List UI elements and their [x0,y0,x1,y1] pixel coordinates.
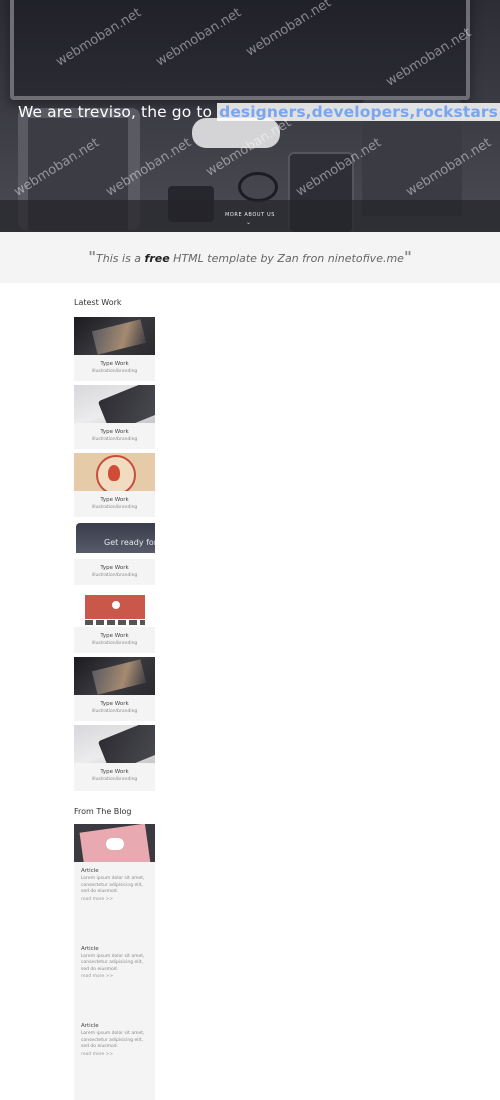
blog-thumbnail[interactable] [74,824,155,862]
more-about-us-link[interactable]: MORE ABOUT US [0,212,500,218]
work-category: illustration/branding [91,437,138,442]
work-thumbnail[interactable]: Get ready for [74,521,155,559]
blog-post: Article Lorem ipsum dolor sit amet, cons… [74,946,155,980]
work-thumbnail[interactable] [74,657,155,695]
work-card[interactable]: Type Work illustration/branding [74,657,155,721]
work-category: illustration/branding [91,641,138,646]
work-category: illustration/branding [91,369,138,374]
work-title[interactable]: Type Work [74,701,155,707]
work-card[interactable]: Type Work illustration/branding [74,453,155,517]
blog-post-title[interactable]: Article [81,868,148,874]
work-title[interactable]: Type Work [74,633,155,639]
blog-post-excerpt: Lorem ipsum dolor sit amet, consectetur … [81,1031,145,1049]
latest-work-title: Latest Work [74,298,122,307]
work-category: illustration/branding [91,505,138,510]
read-more-link[interactable]: read more >> [81,1052,148,1057]
hero-headline: We are treviso, the go to designers,deve… [18,103,500,121]
mockup-thumbnails [85,620,145,625]
work-thumbnail[interactable] [74,385,155,423]
screenshot-text: Get ready for [104,538,155,547]
hero-mouse-graphic [192,118,280,148]
quote-text-before: This is a [96,252,145,265]
blog-post: Article Lorem ipsum dolor sit amet, cons… [74,868,155,902]
work-thumbnail[interactable] [74,589,155,627]
blog-post-title[interactable]: Article [81,946,148,952]
work-title[interactable]: Type Work [74,497,155,503]
work-title[interactable]: Type Work [74,429,155,435]
hero-headline-highlight: designers,developers,rockstars [217,103,500,121]
blog-post: Article Lorem ipsum dolor sit amet, cons… [74,1023,155,1057]
blog-post-excerpt: Lorem ipsum dolor sit amet, consectetur … [81,876,145,894]
work-thumbnail[interactable] [74,453,155,491]
blog-title: From The Blog [74,807,132,816]
quote-text-after: HTML template by Zan fron ninetofive.me [169,252,404,265]
work-card[interactable]: Get ready for Type Work illustration/bra… [74,521,155,585]
work-card[interactable]: Type Work illustration/branding [74,317,155,381]
hero-banner: webmoban.net webmoban.net webmoban.net w… [0,0,500,232]
chevron-down-icon[interactable]: ⌄ [246,219,251,226]
cloud-icon [106,838,124,850]
blog-post-title[interactable]: Article [81,1023,148,1029]
quote-free-word: free [144,252,170,265]
quote-band: "This is a free HTML template by Zan fro… [0,232,500,283]
mockup-logo [112,601,120,609]
work-category: illustration/branding [91,573,138,578]
work-category: illustration/branding [91,709,138,714]
blog-post-excerpt: Lorem ipsum dolor sit amet, consectetur … [81,953,145,972]
hero-laptop-graphic [10,0,470,100]
work-card[interactable]: Type Work illustration/branding [74,589,155,653]
blog-list: Article Lorem ipsum dolor sit amet, cons… [74,824,155,1100]
work-card[interactable]: Type Work illustration/branding [74,385,155,449]
quote-close-mark: " [403,248,412,266]
work-title[interactable]: Type Work [74,769,155,775]
work-title[interactable]: Type Work [74,361,155,367]
work-title[interactable]: Type Work [74,565,155,571]
work-thumbnail[interactable] [74,317,155,355]
read-more-link[interactable]: read more >> [81,974,148,979]
template-credit-quote: "This is a free HTML template by Zan fro… [0,232,500,284]
hero-glasses-graphic [238,172,278,202]
work-card[interactable]: Type Work illustration/branding [74,725,155,791]
hero-headline-prefix: We are treviso, the go to [18,103,213,121]
work-thumbnail[interactable] [74,725,155,763]
work-category: illustration/branding [91,777,138,782]
quote-open-mark: " [88,248,97,266]
read-more-link[interactable]: read more >> [81,897,148,902]
